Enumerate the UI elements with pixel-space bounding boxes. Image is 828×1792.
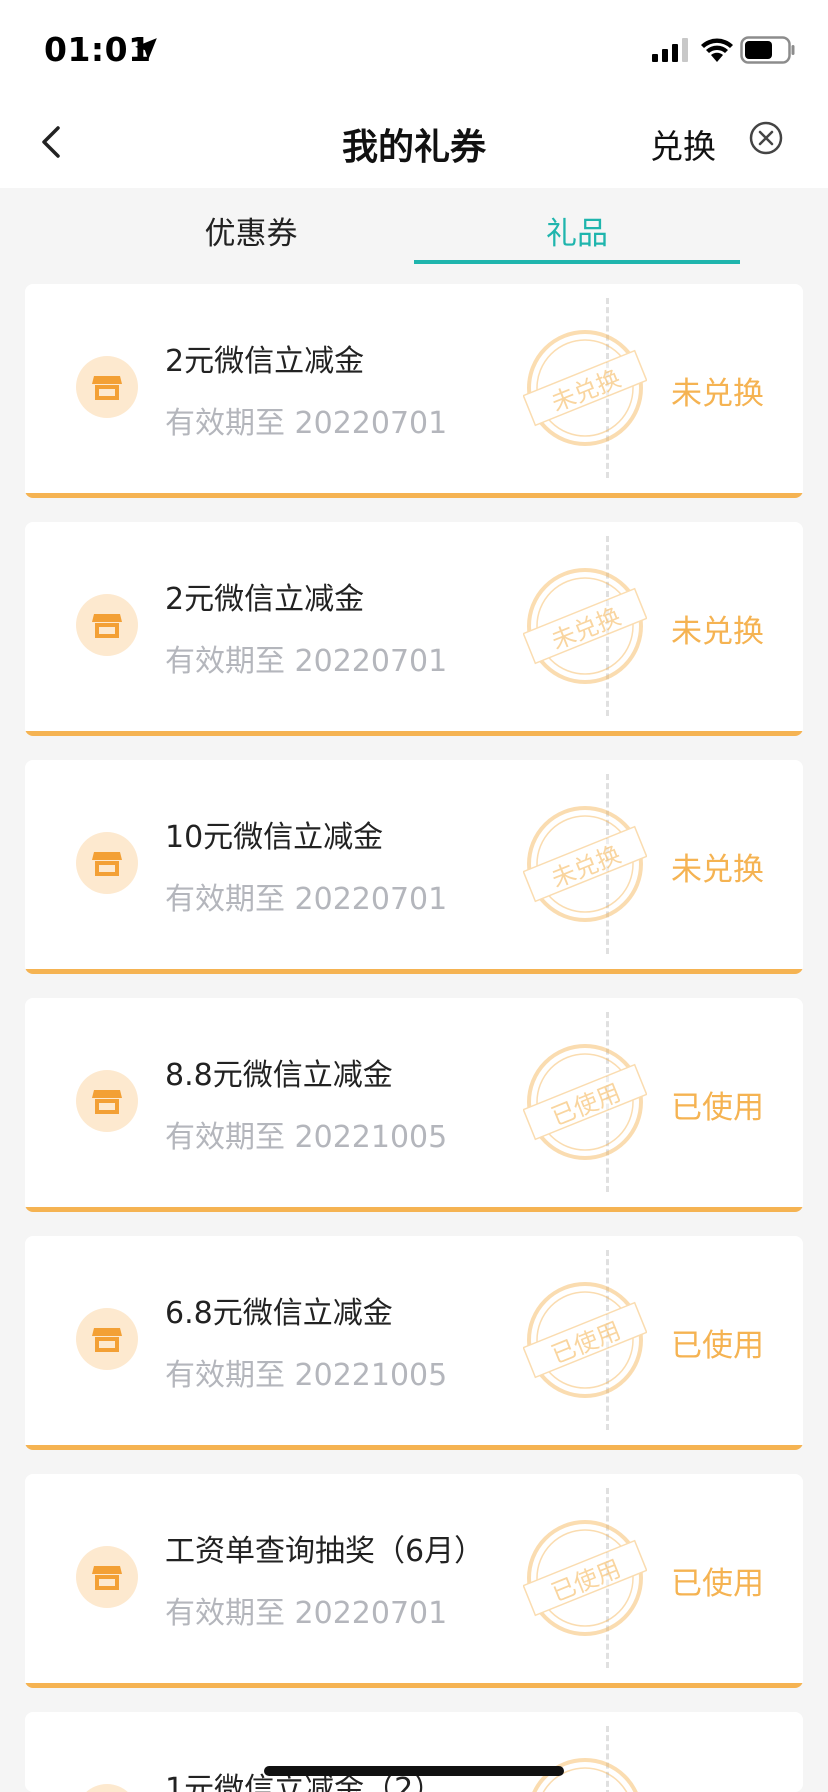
cellular-signal-icon (652, 38, 688, 62)
tab-gifts[interactable]: 礼品 (414, 208, 740, 253)
store-icon (92, 614, 122, 638)
tab-bar: 优惠券 礼品 (0, 188, 828, 268)
status-bar: 01:01 (0, 0, 828, 96)
card-accent-bar (25, 1683, 803, 1688)
store-icon-badge (76, 1784, 138, 1792)
redeem-button[interactable]: 兑换 (650, 120, 716, 168)
gift-name: 2元微信立减金 (165, 582, 365, 617)
gift-card[interactable]: 2元微信立减金 有效期至 20220701 未兑换 未兑换 (25, 522, 803, 736)
card-accent-bar (25, 731, 803, 736)
gift-expiry: 有效期至 20221005 (165, 1358, 448, 1393)
gift-card[interactable]: 10元微信立减金 有效期至 20220701 未兑换 未兑换 (25, 760, 803, 974)
gift-card[interactable]: 8.8元微信立减金 有效期至 20221005 已使用 已使用 (25, 998, 803, 1212)
store-icon-badge (76, 356, 138, 418)
card-accent-bar (25, 1207, 803, 1212)
store-icon (92, 1090, 122, 1114)
store-icon-badge (76, 1070, 138, 1132)
gift-card[interactable]: 2元微信立减金 有效期至 20220701 未兑换 未兑换 (25, 284, 803, 498)
location-arrow-icon (135, 38, 157, 60)
card-accent-bar (25, 1445, 803, 1450)
store-icon-badge (76, 1546, 138, 1608)
gift-status: 未兑换 (671, 376, 764, 412)
gift-status: 已使用 (671, 1566, 764, 1602)
gift-expiry: 有效期至 20220701 (165, 882, 448, 917)
store-icon (92, 376, 122, 400)
store-icon-badge (76, 594, 138, 656)
gift-card[interactable]: 6.8元微信立减金 有效期至 20221005 已使用 已使用 (25, 1236, 803, 1450)
home-indicator[interactable] (264, 1766, 564, 1776)
close-circle-icon[interactable] (748, 120, 784, 156)
store-icon (92, 1328, 122, 1352)
gift-card[interactable]: 1元微信立减金（2） (25, 1712, 803, 1792)
gift-status: 已使用 (671, 1328, 764, 1364)
store-icon-badge (76, 832, 138, 894)
gift-expiry: 有效期至 20220701 (165, 644, 448, 679)
gift-name: 6.8元微信立减金 (165, 1296, 393, 1331)
gift-status: 未兑换 (671, 614, 764, 650)
card-accent-bar (25, 969, 803, 974)
gift-status: 已使用 (671, 1090, 764, 1126)
gift-name: 10元微信立减金 (165, 820, 384, 855)
store-icon (92, 1566, 122, 1590)
card-accent-bar (25, 493, 803, 498)
gift-status: 未兑换 (671, 852, 764, 888)
gift-expiry: 有效期至 20220701 (165, 1596, 448, 1631)
store-icon-badge (76, 1308, 138, 1370)
gift-name: 2元微信立减金 (165, 344, 365, 379)
gift-name: 8.8元微信立减金 (165, 1058, 393, 1093)
gift-expiry: 有效期至 20220701 (165, 406, 448, 441)
tab-coupons[interactable]: 优惠券 (88, 208, 414, 253)
wifi-icon (701, 38, 733, 62)
gift-name: 工资单查询抽奖（6月） (165, 1534, 485, 1569)
navigation-bar: 我的礼券 兑换 (0, 96, 828, 188)
gift-expiry: 有效期至 20221005 (165, 1120, 448, 1155)
battery-icon (740, 36, 795, 64)
gift-card[interactable]: 工资单查询抽奖（6月） 有效期至 20220701 已使用 已使用 (25, 1474, 803, 1688)
store-icon (92, 852, 122, 876)
active-tab-indicator (414, 260, 740, 264)
